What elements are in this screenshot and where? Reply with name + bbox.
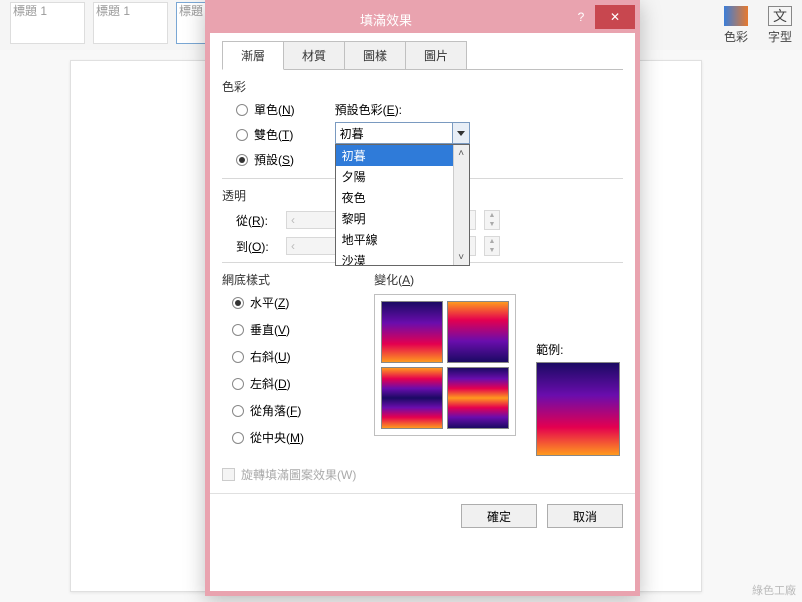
radio-one-color[interactable]: 單色(N) [236, 101, 295, 118]
tab-texture[interactable]: 材質 [283, 41, 345, 69]
close-icon: ✕ [610, 10, 620, 24]
radio-from-center[interactable]: 從中央(M) [232, 429, 354, 446]
dropdown-item[interactable]: 黎明 [336, 208, 469, 229]
dropdown-item[interactable]: 夕陽 [336, 166, 469, 187]
radio-icon [232, 351, 244, 363]
radio-diagonal-down[interactable]: 左斜(D) [232, 375, 354, 392]
dropdown-item[interactable]: 夜色 [336, 187, 469, 208]
radio-preset[interactable]: 預設(S) [236, 151, 295, 168]
scroll-down-icon[interactable]: ˅ [454, 249, 469, 265]
from-label: 從(R): [236, 212, 278, 229]
variation-option[interactable] [447, 367, 509, 429]
dropdown-item[interactable]: 初暮 [336, 145, 469, 166]
variation-option[interactable] [447, 301, 509, 363]
tab-pattern[interactable]: 圖樣 [344, 41, 406, 69]
combo-value: 初暮 [340, 125, 364, 142]
preset-dropdown: 初暮 夕陽 夜色 黎明 地平線 沙漠 ˄ ˅ [335, 144, 470, 266]
shading-radio-group: 水平(Z) 垂直(V) 右斜(U) 左斜(D) 從角落(F) 從中央(M) [222, 294, 354, 446]
font-icon: 文 [768, 6, 792, 26]
sample-preview [536, 362, 620, 456]
shading-style-label: 網底樣式 [222, 271, 354, 288]
preset-colors-combo[interactable]: 初暮 初暮 夕陽 夜色 黎明 地平線 沙漠 [335, 122, 470, 144]
chevron-down-icon[interactable] [452, 122, 470, 144]
radio-vertical[interactable]: 垂直(V) [232, 321, 354, 338]
radio-icon [232, 432, 244, 444]
dialog-footer: 確定 取消 [210, 493, 635, 538]
ribbon-fonts-button[interactable]: 文 字型 [760, 3, 800, 47]
style-gallery-item: 標題 1 [10, 2, 85, 44]
radio-icon [236, 129, 248, 141]
radio-icon [232, 297, 244, 309]
radio-two-colors[interactable]: 雙色(T) [236, 126, 295, 143]
tab-gradient[interactable]: 漸層 [222, 41, 284, 70]
radio-from-corner[interactable]: 從角落(F) [232, 402, 354, 419]
color-radio-group: 單色(N) 雙色(T) 預設(S) [222, 101, 295, 168]
dropdown-item[interactable]: 沙漠 [336, 250, 469, 265]
ok-button[interactable]: 確定 [461, 504, 537, 528]
style-gallery-item: 標題 1 [93, 2, 168, 44]
to-label: 到(O): [236, 238, 278, 255]
ribbon-colors-button[interactable]: 色彩 [716, 3, 756, 47]
radio-icon [236, 104, 248, 116]
radio-icon [232, 405, 244, 417]
radio-horizontal[interactable]: 水平(Z) [232, 294, 354, 311]
variation-option[interactable] [381, 301, 443, 363]
dropdown-item[interactable]: 地平線 [336, 229, 469, 250]
radio-icon [232, 378, 244, 390]
to-spinner: ▲▼ [484, 236, 500, 256]
dropdown-scrollbar[interactable]: ˄ ˅ [453, 145, 469, 265]
close-button[interactable]: ✕ [595, 5, 635, 29]
fill-effects-dialog: 填滿效果 ? ✕ 漸層 材質 圖樣 圖片 色彩 單色(N) 雙色(T) [205, 0, 640, 596]
watermark-text: 綠色工廠 [752, 582, 796, 598]
palette-icon [724, 6, 748, 26]
ribbon-right: 色彩 文 字型 [716, 0, 800, 50]
dialog-titlebar[interactable]: 填滿效果 ? ✕ [210, 5, 635, 33]
color-group-label: 色彩 [222, 78, 623, 95]
variations-label: 變化(A) [374, 271, 516, 288]
tab-strip: 漸層 材質 圖樣 圖片 [222, 41, 623, 70]
variation-option[interactable] [381, 367, 443, 429]
from-spinner: ▲▼ [484, 210, 500, 230]
dialog-title: 填滿效果 [360, 10, 412, 29]
help-button[interactable]: ? [565, 5, 597, 29]
preset-colors-label: 預設色彩(E): [335, 101, 623, 118]
tab-picture[interactable]: 圖片 [405, 41, 467, 69]
rotate-label: 旋轉填滿圖案效果(W) [241, 466, 356, 483]
sample-label: 範例: [536, 341, 623, 358]
cancel-button[interactable]: 取消 [547, 504, 623, 528]
radio-diagonal-up[interactable]: 右斜(U) [232, 348, 354, 365]
radio-icon [236, 154, 248, 166]
rotate-checkbox [222, 468, 235, 481]
variations-grid [374, 294, 516, 436]
scroll-up-icon[interactable]: ˄ [454, 145, 469, 161]
radio-icon [232, 324, 244, 336]
